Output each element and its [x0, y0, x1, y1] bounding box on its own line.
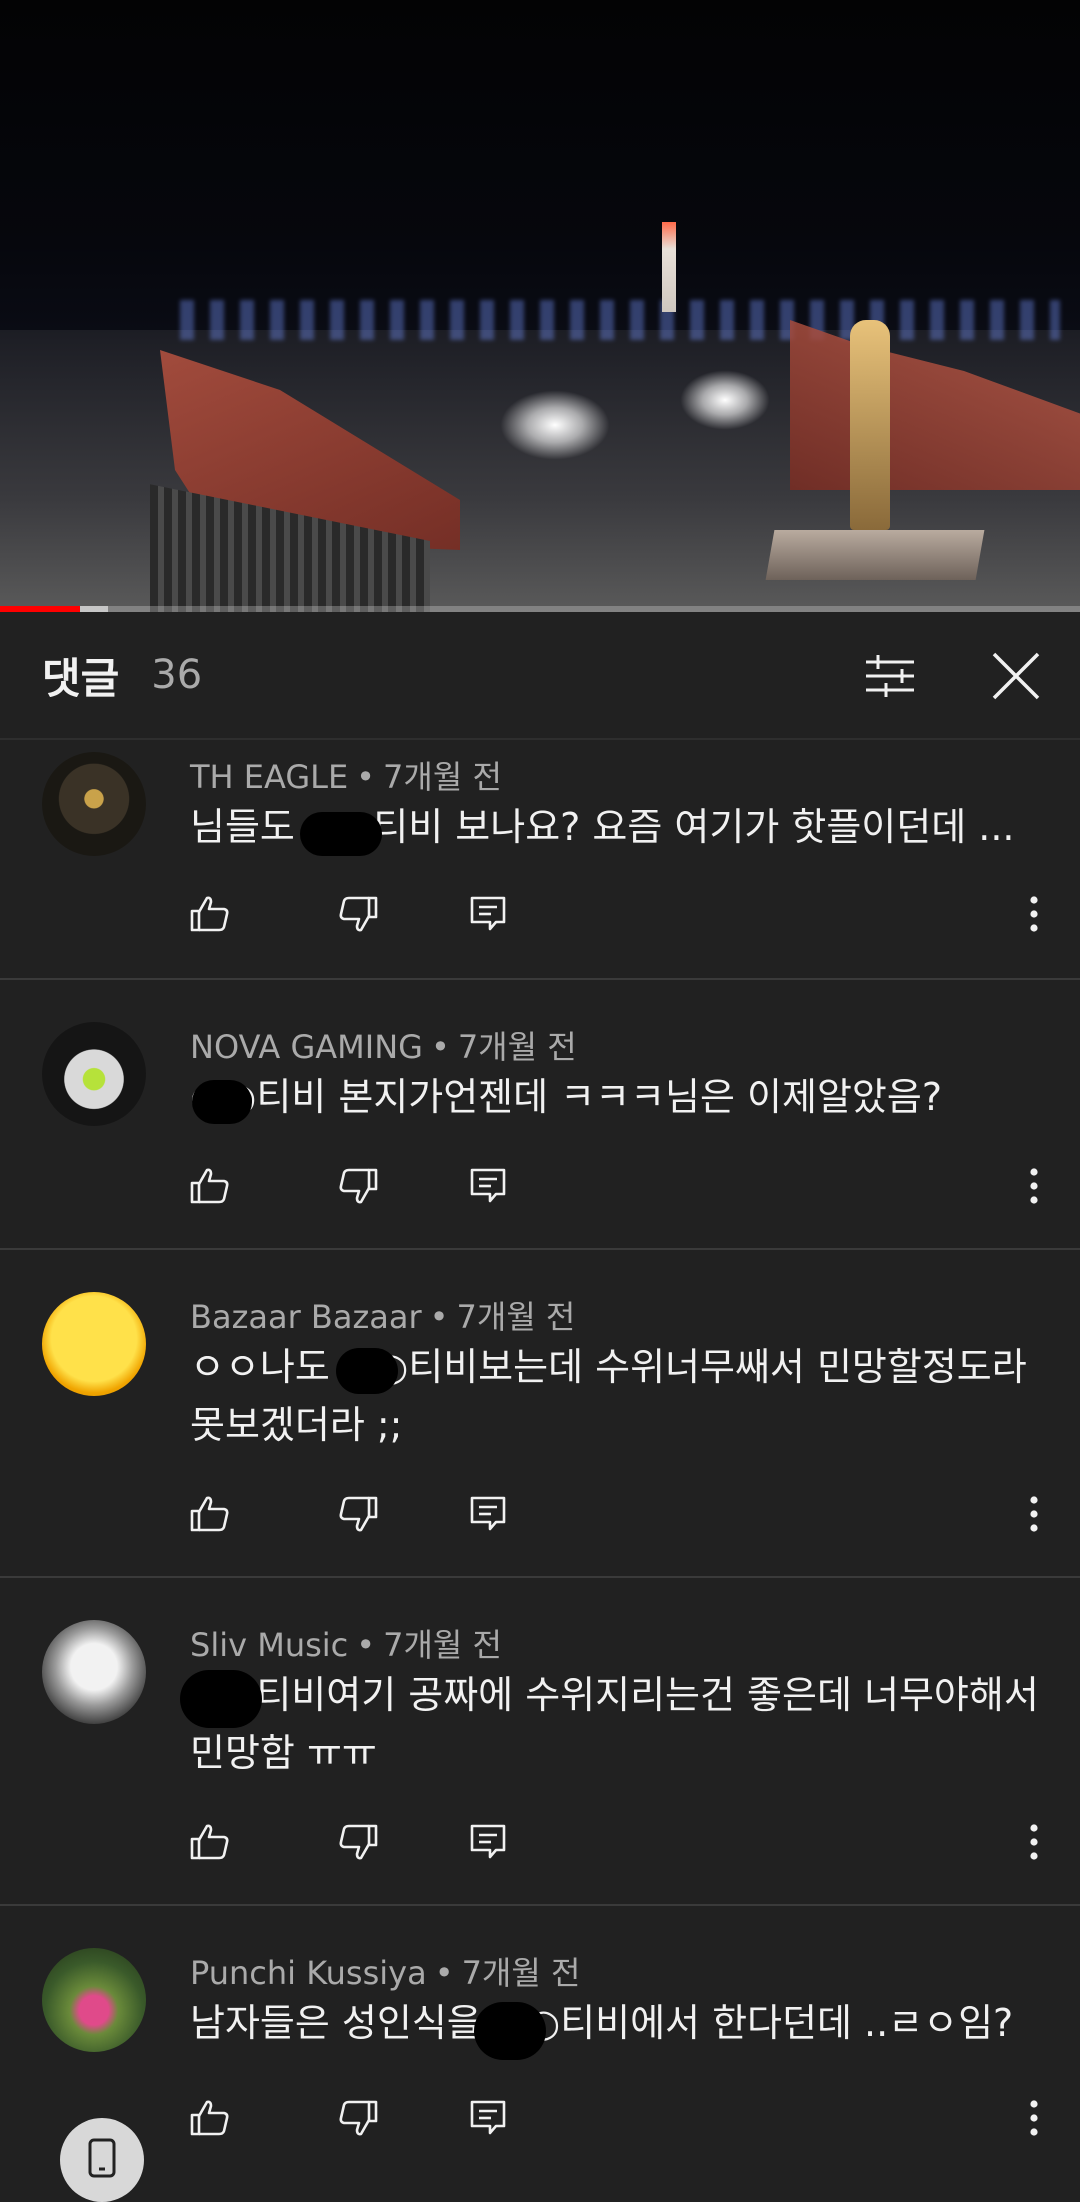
- comment-actions: [0, 1164, 1080, 1214]
- comment-author[interactable]: Sliv Music: [190, 1626, 348, 1664]
- video-frame-tower: [662, 222, 676, 312]
- thumbs-down-icon[interactable]: [336, 1492, 380, 1536]
- meta-separator: •: [356, 1626, 376, 1664]
- redaction-mark: [300, 812, 382, 856]
- comment-author[interactable]: Punchi Kussiya: [190, 1954, 427, 1992]
- video-frame-light: [500, 390, 610, 460]
- comment-author[interactable]: Bazaar Bazaar: [190, 1298, 422, 1336]
- comment-meta: Punchi Kussiya • 7개월 전: [190, 1948, 580, 1994]
- comment-text: ㅇㅇ나도 ○○티비보는데 수위너무쌔서 민망할정도라 못보겠더라 ;;: [190, 1345, 1027, 1447]
- avatar[interactable]: [42, 1948, 146, 2052]
- video-frame-light: [680, 370, 770, 430]
- comment-item: NOVA GAMING • 7개월 전 ○○티비 본지가언젠데 ㅋㅋㅋ님은 이제알았…: [0, 980, 1080, 1250]
- comment-meta: Bazaar Bazaar • 7개월 전: [190, 1292, 575, 1338]
- comment-time: 7개월 전: [383, 1626, 502, 1664]
- redaction-mark: [336, 1348, 398, 1394]
- redaction-mark: [192, 1080, 252, 1124]
- thumbs-down-icon[interactable]: [336, 2096, 380, 2140]
- more-vert-icon[interactable]: [1012, 892, 1056, 936]
- close-icon[interactable]: [990, 650, 1042, 702]
- redaction-mark: [474, 2002, 546, 2060]
- more-vert-icon[interactable]: [1012, 1164, 1056, 1208]
- video-frame-pedestal: [765, 530, 985, 580]
- more-vert-icon[interactable]: [1012, 2096, 1056, 2140]
- comment-time: 7개월 전: [461, 1954, 581, 1992]
- thumbs-up-icon[interactable]: [188, 1164, 232, 1208]
- comment-actions: [0, 1820, 1080, 1870]
- comment-author[interactable]: NOVA GAMING: [190, 1028, 423, 1066]
- comment-text: ○○티비여기 공짜에 수위지리는건 좋은데 너무야해서 민망함 ㅠㅠ: [190, 1673, 1039, 1775]
- comment-time: 7개월 전: [383, 758, 502, 796]
- floating-action-button[interactable]: [60, 2118, 144, 2202]
- avatar[interactable]: [42, 1292, 146, 1396]
- reply-icon[interactable]: [466, 892, 510, 936]
- thumbs-down-icon[interactable]: [336, 1164, 380, 1208]
- video-player[interactable]: [0, 0, 1080, 612]
- thumbs-down-icon[interactable]: [336, 892, 380, 936]
- comment-meta: Sliv Music • 7개월 전: [190, 1620, 502, 1666]
- comment-actions: [0, 1492, 1080, 1542]
- comment-time: 7개월 전: [457, 1028, 577, 1066]
- sliders-icon[interactable]: [864, 650, 916, 702]
- meta-separator: •: [429, 1298, 449, 1336]
- comment-text: ○○티비 본지가언젠데 ㅋㅋㅋ님은 이제알았음?: [190, 1075, 943, 1119]
- thumbs-up-icon[interactable]: [188, 892, 232, 936]
- more-vert-icon[interactable]: [1012, 1820, 1056, 1864]
- thumbs-down-icon[interactable]: [336, 1820, 380, 1864]
- avatar[interactable]: [42, 752, 146, 856]
- reply-icon[interactable]: [466, 1164, 510, 1208]
- redaction-mark: [180, 1670, 262, 1728]
- reply-icon[interactable]: [466, 2096, 510, 2140]
- reply-icon[interactable]: [466, 1820, 510, 1864]
- comment-actions: [0, 2096, 1080, 2146]
- comment-time: 7개월 전: [456, 1298, 576, 1336]
- comment-item: Punchi Kussiya • 7개월 전 남자들은 성인식을 ○○티비에서 한다…: [0, 1906, 1080, 2176]
- thumbs-up-icon[interactable]: [188, 1492, 232, 1536]
- comment-item: TH EAGLE • 7개월 전 님들도 ○○티비 보나요? 요즘 여기가 핫플이던…: [0, 740, 1080, 980]
- video-frame-statue: [850, 320, 890, 530]
- meta-separator: •: [434, 1954, 454, 1992]
- thumbs-up-icon[interactable]: [188, 1820, 232, 1864]
- avatar[interactable]: [42, 1022, 146, 1126]
- comment-author[interactable]: TH EAGLE: [190, 758, 348, 796]
- comments-title: 댓글: [42, 653, 120, 703]
- comments-count: 36: [151, 652, 203, 698]
- more-vert-icon[interactable]: [1012, 1492, 1056, 1536]
- meta-separator: •: [356, 758, 376, 796]
- reply-icon[interactable]: [466, 1492, 510, 1536]
- comment-actions: [0, 892, 1080, 942]
- comment-item: Bazaar Bazaar • 7개월 전 ㅇㅇ나도 ○○티비보는데 수위너무쌔서 …: [0, 1250, 1080, 1578]
- meta-separator: •: [430, 1028, 450, 1066]
- thumbs-up-icon[interactable]: [188, 2096, 232, 2140]
- comment-text: 남자들은 성인식을 ○○티비에서 한다던데 ..ㄹㅇ임?: [190, 2001, 1014, 2045]
- comments-panel-header: 댓글 36: [0, 612, 1080, 740]
- video-frame-city-lights: [180, 300, 1060, 340]
- comment-item: Sliv Music • 7개월 전 ○○티비여기 공짜에 수위지리는건 좋은데 너…: [0, 1578, 1080, 1906]
- avatar[interactable]: [42, 1620, 146, 1724]
- comment-meta: NOVA GAMING • 7개월 전: [190, 1022, 577, 1068]
- comment-meta: TH EAGLE • 7개월 전: [190, 752, 502, 798]
- phone-icon: [88, 2138, 116, 2178]
